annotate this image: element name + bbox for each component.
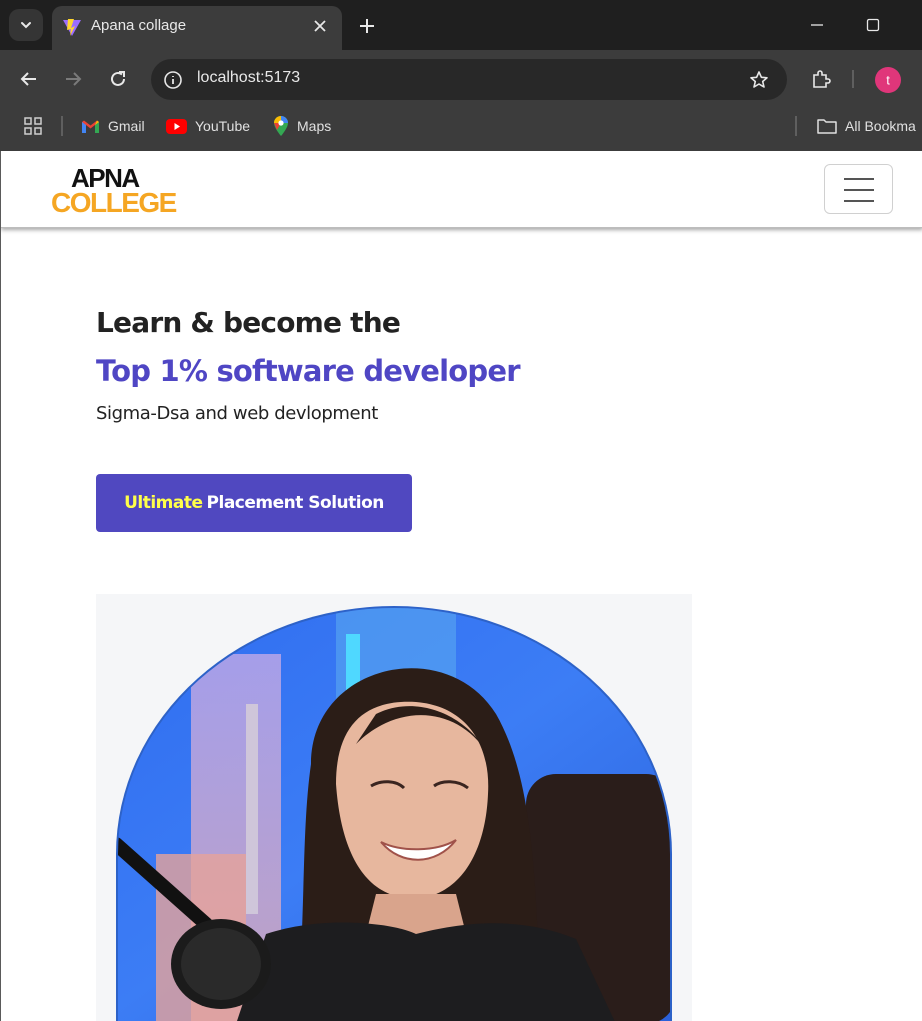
all-bookmarks-label: All Bookma xyxy=(845,118,916,134)
url-text[interactable]: localhost:5173 xyxy=(197,69,300,87)
hero-photo xyxy=(96,594,692,1021)
puzzle-icon xyxy=(813,70,831,88)
bookmark-label: Gmail xyxy=(108,118,145,134)
extensions-button[interactable] xyxy=(807,65,835,93)
bookmark-gmail[interactable]: Gmail xyxy=(81,114,145,138)
instructor-portrait xyxy=(116,606,672,1021)
site-navbar: APNA COLLEGE xyxy=(1,151,922,228)
hero-highlight: Top 1% software developer xyxy=(96,354,521,388)
close-icon xyxy=(314,20,326,32)
profile-avatar[interactable]: t xyxy=(875,67,901,93)
arrow-right-icon xyxy=(66,72,82,86)
maximize-icon xyxy=(866,18,880,32)
profile-initial: t xyxy=(886,73,890,88)
browser-toolbar: localhost:5173 xyxy=(0,50,922,108)
tab-search-button[interactable] xyxy=(9,9,43,41)
cta-label: Placement Solution xyxy=(206,493,385,513)
bookmark-youtube[interactable]: YouTube xyxy=(166,114,250,138)
hero-subheading: Sigma-Dsa and web devlopment xyxy=(96,403,378,424)
cta-accent-text: Ultimate xyxy=(124,493,203,513)
reload-icon xyxy=(111,71,125,86)
tab-title: Apana collage xyxy=(91,17,187,34)
site-info-icon[interactable] xyxy=(161,68,185,92)
page-viewport: APNA COLLEGE Learn & become the Top 1% s… xyxy=(0,151,922,1021)
gmail-icon xyxy=(82,120,99,133)
maximize-button[interactable] xyxy=(862,14,884,36)
all-bookmarks-folder[interactable]: All Bookma xyxy=(817,114,916,138)
hamburger-line xyxy=(844,200,874,202)
maps-icon xyxy=(274,116,288,136)
hamburger-line xyxy=(844,178,874,180)
bookmark-star-icon[interactable] xyxy=(747,68,771,92)
chevron-down-icon xyxy=(21,22,31,29)
reload-button[interactable] xyxy=(104,65,132,93)
bookmarks-divider xyxy=(61,116,63,136)
back-button[interactable] xyxy=(15,65,43,93)
arrow-left-icon xyxy=(20,72,36,86)
logo-text-bottom: COLLEGE xyxy=(51,187,177,218)
bookmark-maps[interactable]: Maps xyxy=(273,114,331,138)
active-tab[interactable]: Apana collage xyxy=(52,6,342,50)
bookmark-label: YouTube xyxy=(195,118,251,134)
vite-favicon-icon xyxy=(63,19,81,36)
youtube-icon xyxy=(166,118,187,134)
bookmark-label: Maps xyxy=(297,118,332,134)
toolbar-divider xyxy=(852,70,854,88)
tab-strip: Apana collage xyxy=(0,0,922,50)
new-tab-button[interactable] xyxy=(355,14,379,38)
apps-grid-icon[interactable] xyxy=(23,116,43,136)
tab-close-button[interactable] xyxy=(310,16,330,36)
plus-icon xyxy=(360,19,374,33)
hero-heading: Learn & become the xyxy=(96,306,401,339)
placement-solution-button[interactable]: Ultimate Placement Solution xyxy=(96,474,412,532)
minimize-icon xyxy=(811,24,823,26)
folder-icon xyxy=(817,119,837,134)
address-bar[interactable]: localhost:5173 xyxy=(151,59,787,100)
bookmarks-divider xyxy=(795,116,797,136)
hamburger-line xyxy=(844,189,874,191)
menu-toggle-button[interactable] xyxy=(824,164,893,214)
forward-button[interactable] xyxy=(59,65,87,93)
bookmarks-bar: Gmail YouTube Maps All Bookma xyxy=(0,108,922,151)
site-logo[interactable]: APNA COLLEGE xyxy=(51,163,177,219)
minimize-button[interactable] xyxy=(806,14,828,36)
